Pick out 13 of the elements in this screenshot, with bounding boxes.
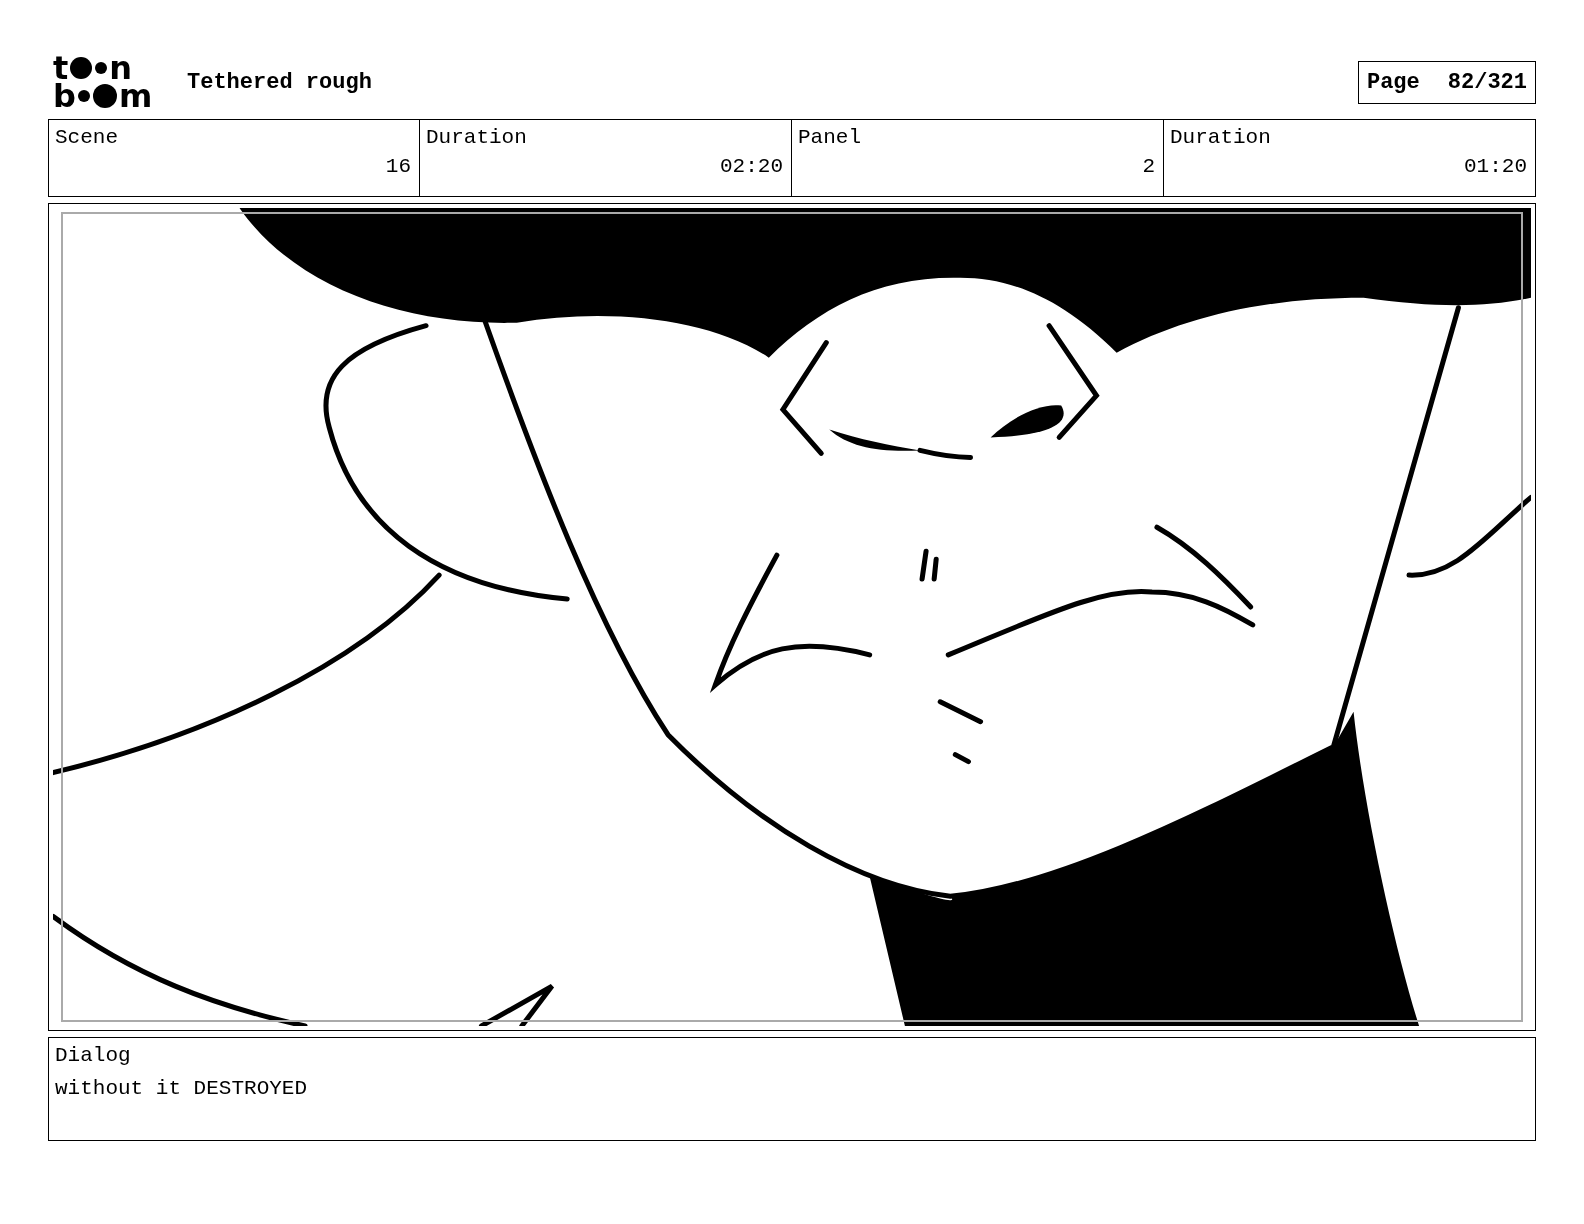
table-cell: 01:20 [1464, 155, 1527, 178]
column-header: Duration [1170, 126, 1272, 149]
dialog-text: without it DESTROYED [55, 1077, 309, 1100]
page-counter: Page 82/321 [1357, 60, 1536, 104]
table-cell: 2 [1142, 155, 1155, 178]
table-cell: 16 [385, 155, 411, 178]
column-header: Duration [426, 126, 528, 149]
board-title: Tethered rough [187, 69, 372, 95]
column-header: Panel [798, 126, 862, 149]
table-cell: 02:20 [720, 155, 783, 178]
column-header: Scene [55, 126, 119, 149]
logo: t n b m [53, 54, 154, 110]
dialog-label: Dialog [55, 1044, 132, 1067]
